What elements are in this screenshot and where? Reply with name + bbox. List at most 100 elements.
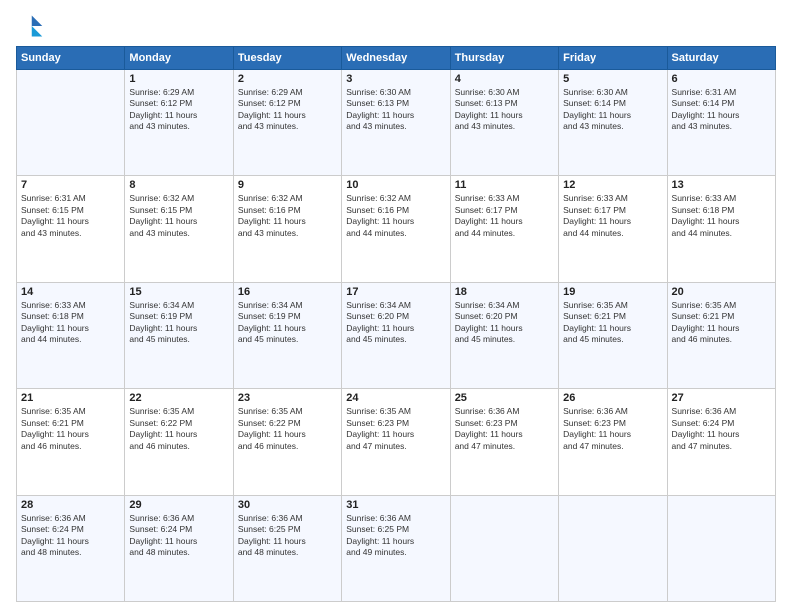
day-info: Sunrise: 6:33 AMSunset: 6:18 PMDaylight:… — [21, 300, 120, 346]
day-cell: 20Sunrise: 6:35 AMSunset: 6:21 PMDayligh… — [667, 282, 775, 388]
day-number: 31 — [346, 499, 445, 511]
day-info: Sunrise: 6:35 AMSunset: 6:21 PMDaylight:… — [21, 406, 120, 452]
day-cell: 26 Sunrise: 6:36 AMSunset: 6:23 PMDayligh… — [559, 389, 667, 495]
day-cell: 14 Sunrise: 6:33 AMSunset: 6:18 PMDayligh… — [17, 282, 125, 388]
day-number: 27 — [672, 392, 771, 404]
day-number: 21 — [21, 392, 120, 404]
day-number: 25 — [455, 392, 554, 404]
day-info: Sunrise: 6:36 AMSunset: 6:23 PMDaylight:… — [455, 406, 554, 452]
day-info: Sunrise: 6:32 AMSunset: 6:16 PMDaylight:… — [346, 193, 445, 239]
day-cell: 6Sunrise: 6:31 AMSunset: 6:14 PMDaylight… — [667, 70, 775, 176]
calendar-table: SundayMondayTuesdayWednesdayThursdayFrid… — [16, 46, 776, 602]
day-info: Sunrise: 6:31 AMSunset: 6:15 PMDaylight:… — [21, 193, 120, 239]
day-cell: 8Sunrise: 6:32 AMSunset: 6:15 PMDaylight… — [125, 176, 233, 282]
week-row-3: 14 Sunrise: 6:33 AMSunset: 6:18 PMDayligh… — [17, 282, 776, 388]
day-number: 14 — [21, 286, 120, 298]
day-info: Sunrise: 6:29 AMSunset: 6:12 PMDaylight:… — [129, 87, 228, 133]
day-cell — [667, 495, 775, 601]
day-number: 6 — [672, 73, 771, 85]
day-info: Sunrise: 6:36 AMSunset: 6:25 PMDaylight:… — [238, 513, 337, 559]
day-cell: 12 Sunrise: 6:33 AMSunset: 6:17 PMDayligh… — [559, 176, 667, 282]
col-header-thursday: Thursday — [450, 47, 558, 70]
day-cell: 4Sunrise: 6:30 AMSunset: 6:13 PMDaylight… — [450, 70, 558, 176]
day-number: 9 — [238, 179, 337, 191]
day-info: Sunrise: 6:34 AMSunset: 6:19 PMDaylight:… — [129, 300, 228, 346]
day-cell: 9 Sunrise: 6:32 AMSunset: 6:16 PMDaylight… — [233, 176, 341, 282]
col-header-friday: Friday — [559, 47, 667, 70]
day-number: 24 — [346, 392, 445, 404]
day-cell: 5 Sunrise: 6:30 AMSunset: 6:14 PMDaylight… — [559, 70, 667, 176]
day-number: 2 — [238, 73, 337, 85]
day-cell: 21 Sunrise: 6:35 AMSunset: 6:21 PMDayligh… — [17, 389, 125, 495]
day-number: 19 — [563, 286, 662, 298]
day-number: 29 — [129, 499, 228, 511]
day-cell: 19Sunrise: 6:35 AMSunset: 6:21 PMDayligh… — [559, 282, 667, 388]
day-info: Sunrise: 6:35 AMSunset: 6:21 PMDaylight:… — [672, 300, 771, 346]
day-number: 15 — [129, 286, 228, 298]
day-info: Sunrise: 6:32 AMSunset: 6:15 PMDaylight:… — [129, 193, 228, 239]
day-cell: 13 Sunrise: 6:33 AMSunset: 6:18 PMDayligh… — [667, 176, 775, 282]
day-cell: 15 Sunrise: 6:34 AMSunset: 6:19 PMDayligh… — [125, 282, 233, 388]
day-cell: 3 Sunrise: 6:30 AMSunset: 6:13 PMDaylight… — [342, 70, 450, 176]
day-number: 4 — [455, 73, 554, 85]
day-number: 18 — [455, 286, 554, 298]
col-header-monday: Monday — [125, 47, 233, 70]
day-cell: 28 Sunrise: 6:36 AMSunset: 6:24 PMDayligh… — [17, 495, 125, 601]
day-info: Sunrise: 6:34 AMSunset: 6:20 PMDaylight:… — [346, 300, 445, 346]
header-row: SundayMondayTuesdayWednesdayThursdayFrid… — [17, 47, 776, 70]
col-header-tuesday: Tuesday — [233, 47, 341, 70]
day-number: 17 — [346, 286, 445, 298]
day-cell: 1Sunrise: 6:29 AMSunset: 6:12 PMDaylight… — [125, 70, 233, 176]
day-info: Sunrise: 6:36 AMSunset: 6:24 PMDaylight:… — [672, 406, 771, 452]
day-number: 12 — [563, 179, 662, 191]
day-number: 16 — [238, 286, 337, 298]
day-info: Sunrise: 6:35 AMSunset: 6:22 PMDaylight:… — [129, 406, 228, 452]
day-cell: 27 Sunrise: 6:36 AMSunset: 6:24 PMDayligh… — [667, 389, 775, 495]
header — [16, 12, 776, 40]
day-number: 10 — [346, 179, 445, 191]
page: SundayMondayTuesdayWednesdayThursdayFrid… — [0, 0, 792, 612]
day-number: 11 — [455, 179, 554, 191]
day-info: Sunrise: 6:34 AMSunset: 6:19 PMDaylight:… — [238, 300, 337, 346]
day-info: Sunrise: 6:30 AMSunset: 6:13 PMDaylight:… — [346, 87, 445, 133]
day-cell: 17 Sunrise: 6:34 AMSunset: 6:20 PMDayligh… — [342, 282, 450, 388]
day-info: Sunrise: 6:35 AMSunset: 6:22 PMDaylight:… — [238, 406, 337, 452]
day-cell: 23 Sunrise: 6:35 AMSunset: 6:22 PMDayligh… — [233, 389, 341, 495]
day-number: 28 — [21, 499, 120, 511]
day-number: 23 — [238, 392, 337, 404]
day-number: 26 — [563, 392, 662, 404]
day-info: Sunrise: 6:36 AMSunset: 6:23 PMDaylight:… — [563, 406, 662, 452]
day-cell — [450, 495, 558, 601]
day-cell: 16 Sunrise: 6:34 AMSunset: 6:19 PMDayligh… — [233, 282, 341, 388]
day-cell: 31Sunrise: 6:36 AMSunset: 6:25 PMDayligh… — [342, 495, 450, 601]
day-number: 30 — [238, 499, 337, 511]
day-cell: 25 Sunrise: 6:36 AMSunset: 6:23 PMDayligh… — [450, 389, 558, 495]
day-cell: 2 Sunrise: 6:29 AMSunset: 6:12 PMDaylight… — [233, 70, 341, 176]
day-number: 5 — [563, 73, 662, 85]
day-info: Sunrise: 6:36 AMSunset: 6:24 PMDaylight:… — [21, 513, 120, 559]
week-row-1: 1Sunrise: 6:29 AMSunset: 6:12 PMDaylight… — [17, 70, 776, 176]
week-row-2: 7 Sunrise: 6:31 AMSunset: 6:15 PMDaylight… — [17, 176, 776, 282]
day-info: Sunrise: 6:33 AMSunset: 6:18 PMDaylight:… — [672, 193, 771, 239]
day-cell: 30 Sunrise: 6:36 AMSunset: 6:25 PMDayligh… — [233, 495, 341, 601]
day-number: 13 — [672, 179, 771, 191]
day-cell — [559, 495, 667, 601]
day-info: Sunrise: 6:30 AMSunset: 6:14 PMDaylight:… — [563, 87, 662, 133]
col-header-sunday: Sunday — [17, 47, 125, 70]
day-cell: 29Sunrise: 6:36 AMSunset: 6:24 PMDayligh… — [125, 495, 233, 601]
day-number: 3 — [346, 73, 445, 85]
day-cell: 10 Sunrise: 6:32 AMSunset: 6:16 PMDayligh… — [342, 176, 450, 282]
day-info: Sunrise: 6:33 AMSunset: 6:17 PMDaylight:… — [455, 193, 554, 239]
logo-icon — [16, 12, 44, 40]
day-cell: 24 Sunrise: 6:35 AMSunset: 6:23 PMDayligh… — [342, 389, 450, 495]
week-row-4: 21 Sunrise: 6:35 AMSunset: 6:21 PMDayligh… — [17, 389, 776, 495]
day-number: 22 — [129, 392, 228, 404]
day-cell: 22 Sunrise: 6:35 AMSunset: 6:22 PMDayligh… — [125, 389, 233, 495]
week-row-5: 28 Sunrise: 6:36 AMSunset: 6:24 PMDayligh… — [17, 495, 776, 601]
day-info: Sunrise: 6:29 AMSunset: 6:12 PMDaylight:… — [238, 87, 337, 133]
day-info: Sunrise: 6:34 AMSunset: 6:20 PMDaylight:… — [455, 300, 554, 346]
day-info: Sunrise: 6:33 AMSunset: 6:17 PMDaylight:… — [563, 193, 662, 239]
day-info: Sunrise: 6:35 AMSunset: 6:23 PMDaylight:… — [346, 406, 445, 452]
day-number: 7 — [21, 179, 120, 191]
day-info: Sunrise: 6:32 AMSunset: 6:16 PMDaylight:… — [238, 193, 337, 239]
